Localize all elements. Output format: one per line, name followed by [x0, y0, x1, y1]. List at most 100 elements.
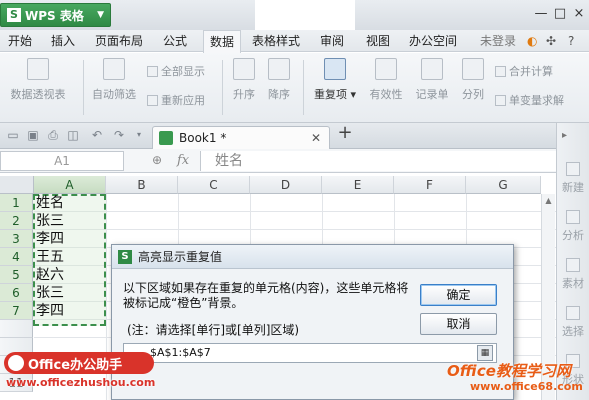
show-all-button[interactable]: 全部显示: [147, 63, 205, 79]
menu-table-style[interactable]: 表格样式: [252, 33, 300, 49]
duplicates-icon: [324, 58, 346, 80]
menu-formula[interactable]: 公式: [163, 33, 187, 49]
save-icon[interactable]: ▣: [26, 128, 40, 142]
print-icon[interactable]: ⎙: [46, 128, 60, 142]
menu-page-layout[interactable]: 页面布局: [95, 33, 143, 49]
close-tab-icon[interactable]: ✕: [311, 131, 321, 145]
menu-review[interactable]: 审阅: [320, 33, 344, 49]
help-icon[interactable]: ?: [568, 33, 574, 49]
cell-a5[interactable]: 赵六: [34, 266, 106, 284]
login-link[interactable]: 未登录: [480, 33, 516, 49]
cancel-button[interactable]: 取消: [420, 313, 497, 335]
maximize-button[interactable]: □: [551, 5, 569, 23]
menu-home[interactable]: 开始: [8, 33, 32, 49]
split-column-icon: [462, 58, 484, 80]
cell-a7[interactable]: 李四: [34, 302, 106, 320]
row-header[interactable]: 6: [0, 284, 33, 302]
tab-label: Book1 *: [179, 131, 227, 145]
funnel-icon: [103, 58, 125, 80]
zoom-magnifier-icon[interactable]: ⊕: [152, 153, 162, 167]
cell-a3[interactable]: 李四: [34, 230, 106, 248]
undo-icon[interactable]: ↶: [90, 128, 104, 142]
dialog-note: (注：请选择[单行]或[单列]区域): [127, 323, 300, 337]
funnel-clear-icon: [147, 65, 158, 77]
cell-a6[interactable]: 张三: [34, 284, 106, 302]
sort-za-icon: [268, 58, 290, 80]
record-sheet-icon: [421, 58, 443, 80]
row-header[interactable]: 3: [0, 230, 33, 248]
settings-icon[interactable]: ✣: [546, 33, 556, 49]
wps-logo-icon: S: [118, 249, 132, 264]
column-header-d[interactable]: D: [250, 176, 322, 194]
site-url-watermark: www.office68.com: [470, 380, 583, 393]
menu-view[interactable]: 视图: [366, 33, 390, 49]
sidebar-analysis-button[interactable]: 分析: [558, 210, 588, 243]
sidebar-collapse-icon[interactable]: ▸: [562, 130, 580, 141]
minimize-button[interactable]: —: [532, 5, 550, 23]
validity-button[interactable]: 有效性: [366, 58, 406, 102]
select-all-corner[interactable]: [0, 176, 34, 194]
close-button[interactable]: ×: [570, 5, 588, 23]
column-header-g[interactable]: G: [466, 176, 541, 194]
fx-button[interactable]: fx: [177, 153, 189, 168]
reapply-button[interactable]: 重新应用: [147, 92, 205, 108]
pivot-table-icon: [27, 58, 49, 80]
new-file-icon[interactable]: ▭: [6, 128, 20, 142]
sidebar-select-button[interactable]: 选择: [558, 306, 588, 339]
ok-button[interactable]: 确定: [420, 284, 497, 306]
row-header[interactable]: 1: [0, 194, 33, 212]
range-picker-icon[interactable]: ▦: [477, 345, 493, 361]
menu-data[interactable]: 数据: [203, 30, 242, 53]
skin-icon[interactable]: ◐: [527, 33, 537, 49]
cell-a4[interactable]: 王五: [34, 248, 106, 266]
dialog-title-bar[interactable]: S 高亮显示重复值: [112, 245, 513, 269]
quick-access-dropdown-icon[interactable]: ▾: [132, 128, 146, 142]
cell-a1[interactable]: 姓名: [34, 194, 106, 212]
row-header[interactable]: 5: [0, 266, 33, 284]
column-header-f[interactable]: F: [394, 176, 466, 194]
row-header[interactable]: 4: [0, 248, 33, 266]
app-menu-button[interactable]: S WPS 表格 ▼: [0, 3, 111, 27]
column-header-c[interactable]: C: [178, 176, 250, 194]
add-tab-button[interactable]: +: [337, 124, 353, 144]
redo-icon[interactable]: ↷: [112, 128, 126, 142]
range-input[interactable]: $A$1:$A$7: [123, 343, 497, 363]
cell-a2[interactable]: 张三: [34, 212, 106, 230]
sort-az-icon: [233, 58, 255, 80]
dialog-message: 以下区域如果存在重复的单元格(内容)，这些单元格将被标记成“橙色”背景。: [123, 281, 409, 310]
validity-icon: [375, 58, 397, 80]
funnel-refresh-icon: [147, 94, 158, 106]
sidebar-material-button[interactable]: 素材: [558, 258, 588, 291]
autofilter-button[interactable]: 自动筛选: [88, 58, 140, 102]
record-sheet-button[interactable]: 记录单: [412, 58, 452, 102]
row-header[interactable]: 2: [0, 212, 33, 230]
select-arrow-icon: [566, 306, 580, 320]
column-header-b[interactable]: B: [106, 176, 178, 194]
brand-url-watermark: www.officezhushou.com: [6, 376, 156, 389]
column-header-a[interactable]: A: [34, 176, 106, 194]
sidebar-new-button[interactable]: 新建: [558, 162, 588, 195]
gridline: [34, 229, 556, 230]
what-if-icon: [495, 94, 506, 106]
menu-insert[interactable]: 插入: [51, 33, 75, 49]
formula-input[interactable]: 姓名: [200, 151, 560, 171]
site-watermark: Office教程学习网: [447, 362, 571, 380]
split-column-button[interactable]: 分列: [458, 58, 488, 102]
pivot-table-button[interactable]: 数据透视表: [6, 58, 70, 102]
row-header[interactable]: 7: [0, 302, 33, 320]
name-box[interactable]: A1: [0, 151, 124, 171]
column-header-e[interactable]: E: [322, 176, 394, 194]
analysis-icon: [566, 210, 580, 224]
tab-book1[interactable]: Book1 * ✕: [152, 126, 330, 149]
what-if-button[interactable]: 单变量求解: [495, 92, 564, 108]
consolidate-button[interactable]: 合并计算: [495, 63, 553, 79]
menu-office-space[interactable]: 办公空间: [409, 33, 457, 49]
duplicates-button[interactable]: 重复项 ▾: [310, 58, 360, 102]
sort-ascending-button[interactable]: 升序: [229, 58, 259, 102]
brand-logo-icon: [8, 355, 24, 371]
spreadsheet-icon: [159, 131, 173, 145]
print-preview-icon[interactable]: ◫: [66, 128, 80, 142]
sort-descending-button[interactable]: 降序: [264, 58, 294, 102]
scroll-up-icon[interactable]: ▲: [544, 196, 554, 206]
row-header[interactable]: [0, 320, 33, 338]
